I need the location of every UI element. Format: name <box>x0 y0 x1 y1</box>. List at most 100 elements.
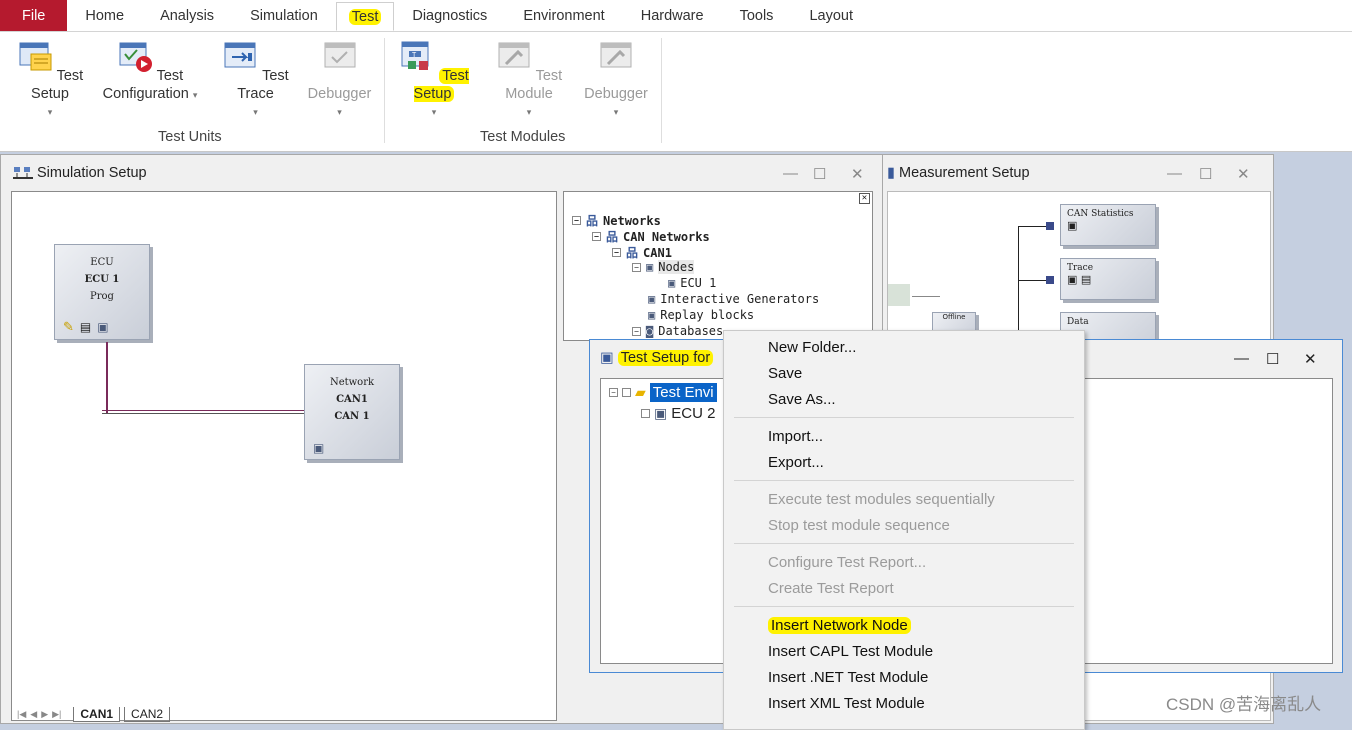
minimize-icon[interactable]: — <box>1234 350 1249 367</box>
chevron-down-icon: ▾ <box>431 107 437 117</box>
tree-networks[interactable]: − 品 Networks <box>572 212 661 229</box>
tab-environment[interactable]: Environment <box>505 0 622 31</box>
tab-analysis[interactable]: Analysis <box>142 0 232 31</box>
test-units-debugger-button[interactable]: Debugger ▾ <box>302 40 377 121</box>
test-units-setup-button[interactable]: Test Setup ▾ <box>10 40 90 121</box>
trace-icon: ▣ ▤ <box>1067 273 1092 286</box>
menu-item-insert-capl-test-module[interactable]: Insert CAPL Test Module <box>768 639 933 665</box>
tree-can-networks[interactable]: − 品 CAN Networks <box>592 228 710 245</box>
test-units-debugger-label: Debugger <box>307 86 372 102</box>
svg-text:T: T <box>412 52 417 59</box>
test-units-group-label: Test Units <box>158 129 222 145</box>
menu-item-insert-xml-test-module[interactable]: Insert XML Test Module <box>768 691 925 717</box>
maximize-icon[interactable]: ☐ <box>813 165 826 183</box>
pencil-icon[interactable]: ✎ <box>63 320 74 335</box>
next-page-icon[interactable]: ▶ <box>41 709 48 720</box>
tab-test-label: Test <box>348 8 382 25</box>
test-configuration-label2: Configuration <box>102 86 189 102</box>
test-modules-debugger-label: Debugger <box>584 86 648 102</box>
context-menu: New Folder... Save Save As... Import... … <box>723 330 1085 730</box>
close-icon[interactable]: ✕ <box>1237 165 1250 183</box>
menu-item-import[interactable]: Import... <box>768 424 823 450</box>
tab-tools[interactable]: Tools <box>722 0 792 31</box>
node-icon[interactable]: ▣ <box>313 441 324 455</box>
database-icon: ◙ <box>646 324 654 338</box>
last-page-icon[interactable]: ▶| <box>52 709 61 720</box>
chevron-down-icon: ▾ <box>47 107 53 117</box>
close-icon[interactable]: ✕ <box>1304 350 1317 368</box>
menu-item-new-folder[interactable]: New Folder... <box>768 335 856 361</box>
connector-point[interactable] <box>1046 222 1054 230</box>
tree-nodes[interactable]: − ▣ Nodes <box>632 260 695 274</box>
tree-databases[interactable]: − ◙ Databases <box>632 324 723 338</box>
menu-item-insert-network-node[interactable]: Insert Network Node <box>768 613 911 639</box>
collapse-icon[interactable]: − <box>632 262 641 272</box>
first-page-icon[interactable]: |◀ <box>17 709 26 720</box>
tab-home[interactable]: Home <box>67 0 142 31</box>
tab-simulation[interactable]: Simulation <box>232 0 336 31</box>
tab-diagnostics[interactable]: Diagnostics <box>394 0 505 31</box>
test-module-button[interactable]: Test Module ▾ <box>484 40 574 121</box>
test-setup-icon <box>19 42 52 71</box>
tree-interactive-generators[interactable]: ▣ Interactive Generators <box>648 292 819 306</box>
test-setup-title: Test Setup for <box>617 350 714 366</box>
menu-item-configure-report[interactable]: Configure Test Report... <box>768 550 926 576</box>
tab-file[interactable]: File <box>0 0 68 31</box>
insert-network-node-label: Insert Network Node <box>768 617 911 634</box>
checkbox[interactable] <box>622 388 631 397</box>
connector-point[interactable] <box>1046 276 1054 284</box>
can-statistics-block[interactable]: CAN Statistics ▣ <box>1060 204 1156 246</box>
maximize-icon[interactable]: ☐ <box>1199 165 1212 183</box>
menu-item-stop-sequence[interactable]: Stop test module sequence <box>768 513 950 539</box>
prev-page-icon[interactable]: ◀ <box>30 709 37 720</box>
test-modules-setup-button[interactable]: T Test Setup ▾ <box>392 40 476 121</box>
tree-ecu1[interactable]: ▣ ECU 1 <box>668 276 716 290</box>
tree-replay-blocks[interactable]: ▣ Replay blocks <box>648 308 754 322</box>
measurement-icon: ▮ <box>887 165 895 181</box>
network-block[interactable]: Network CAN1 CAN 1 ▣ <box>304 364 400 460</box>
network-icon <box>13 167 33 179</box>
test-configuration-icon <box>119 42 152 72</box>
tree-ecu2[interactable]: ▣ ECU 2 <box>641 405 715 422</box>
measurement-setup-titlebar[interactable]: ▮ Measurement Setup <box>883 155 1273 191</box>
trace-block[interactable]: Trace ▣ ▤ <box>1060 258 1156 300</box>
chevron-down-icon: ▾ <box>192 90 198 100</box>
minimize-icon[interactable]: — <box>1167 165 1182 182</box>
collapse-icon[interactable]: − <box>632 326 641 336</box>
menu-item-export[interactable]: Export... <box>768 450 824 476</box>
tree-test-environment[interactable]: − ▰ Test Envi <box>609 383 717 402</box>
collapse-icon[interactable]: − <box>612 248 621 257</box>
checkbox[interactable] <box>641 409 650 418</box>
tree-close-icon[interactable]: ✕ <box>859 193 870 204</box>
menu-item-execute-sequentially[interactable]: Execute test modules sequentially <box>768 487 995 513</box>
tab-test[interactable]: Test <box>335 2 395 31</box>
node-icon[interactable]: ▣ <box>97 320 108 335</box>
ecu-block[interactable]: ECU ECU 1 Prog ✎ ▤ ▣ <box>54 244 150 340</box>
test-modules-debugger-button[interactable]: Debugger ▾ <box>580 40 652 121</box>
maximize-icon[interactable]: ☐ <box>1266 350 1279 368</box>
stack-icon[interactable]: ▤ <box>80 320 91 335</box>
tab-hardware[interactable]: Hardware <box>623 0 722 31</box>
collapse-icon[interactable]: − <box>572 216 581 225</box>
chevron-down-icon: ▾ <box>253 107 258 117</box>
test-trace-button[interactable]: Test Trace ▾ <box>213 40 298 121</box>
simulation-canvas[interactable]: ECU ECU 1 Prog ✎ ▤ ▣ Network CAN1 CAN 1 … <box>11 191 557 721</box>
network-icon: 品 <box>586 214 599 228</box>
menu-item-insert-dotnet-test-module[interactable]: Insert .NET Test Module <box>768 665 928 691</box>
measurement-setup-title: Measurement Setup <box>898 165 1030 181</box>
minimize-icon[interactable]: — <box>783 165 798 182</box>
test-configuration-button[interactable]: Test Configuration ▾ <box>100 40 200 104</box>
menu-item-create-report[interactable]: Create Test Report <box>768 576 894 602</box>
debugger-icon <box>324 42 355 68</box>
close-icon[interactable]: ✕ <box>851 165 864 183</box>
tab-layout[interactable]: Layout <box>791 0 871 31</box>
tree-can1[interactable]: − 品 CAN1 <box>612 244 672 261</box>
menu-item-save[interactable]: Save <box>768 361 802 387</box>
simulation-setup-title: Simulation Setup <box>37 165 147 181</box>
simulation-setup-titlebar[interactable]: Simulation Setup <box>1 155 887 191</box>
collapse-icon[interactable]: − <box>592 232 601 241</box>
chevron-down-icon: ▾ <box>526 107 532 117</box>
collapse-icon[interactable]: − <box>609 388 618 397</box>
statistics-icon: ▣ <box>1067 219 1078 232</box>
menu-item-save-as[interactable]: Save As... <box>768 387 836 413</box>
